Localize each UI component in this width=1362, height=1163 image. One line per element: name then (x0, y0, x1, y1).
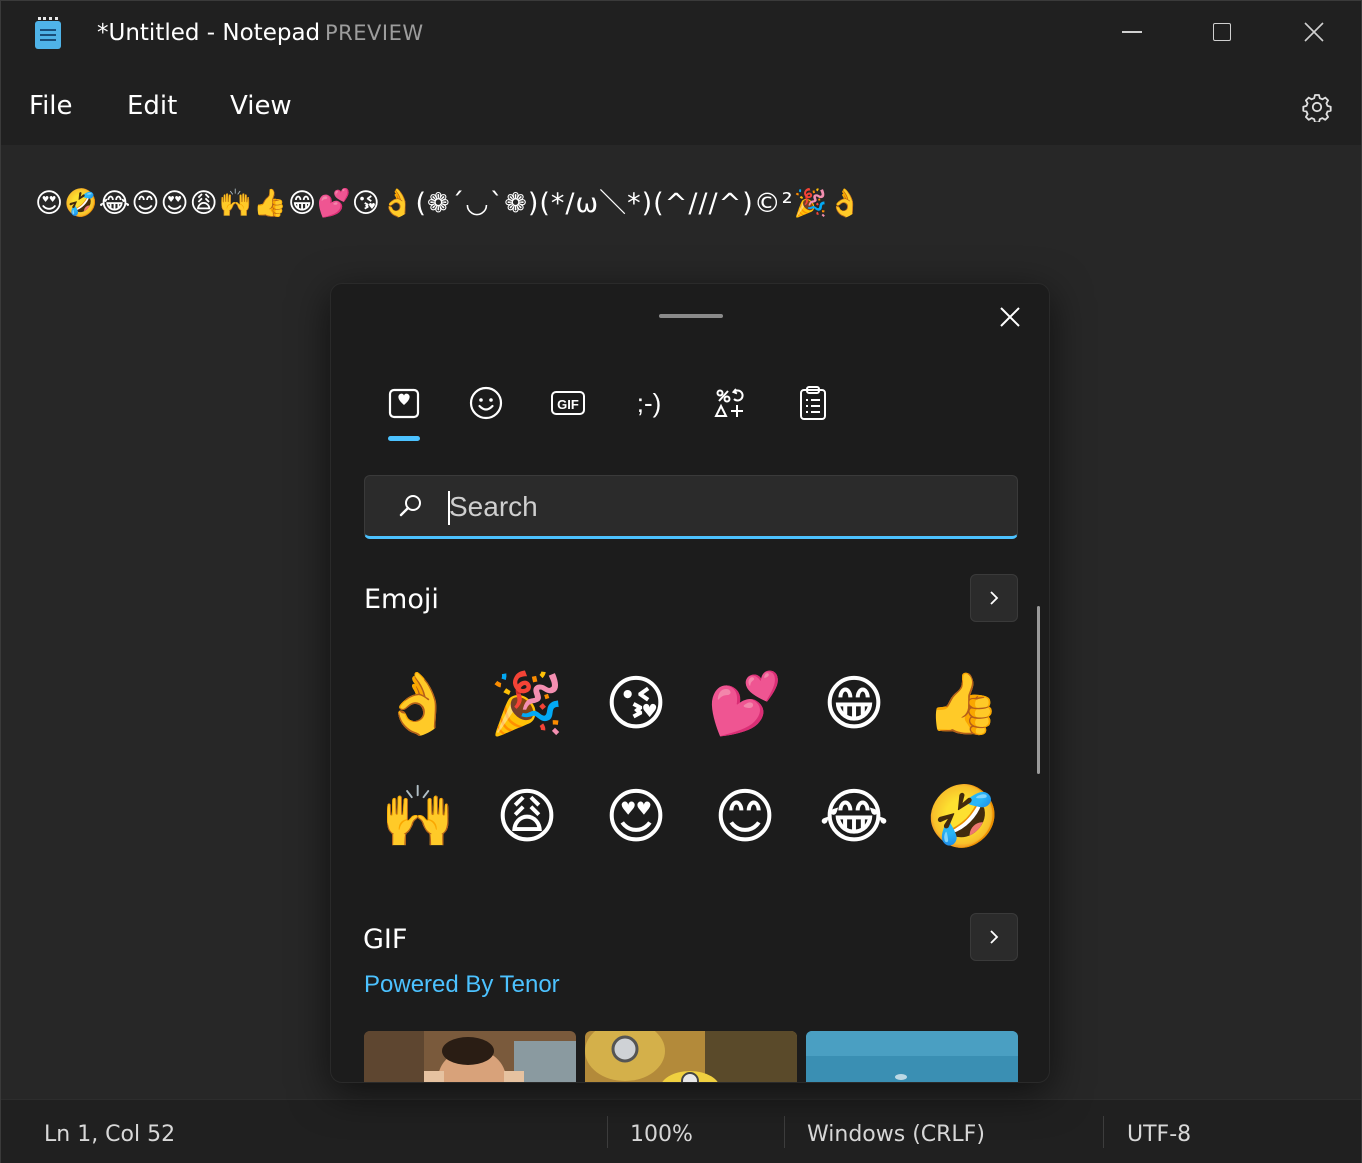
maximize-button[interactable] (1177, 1, 1267, 63)
kaomoji-tab[interactable]: ;-) (624, 378, 674, 428)
notepad-app-icon (35, 17, 61, 49)
close-window-button[interactable] (1269, 1, 1359, 63)
window-title: *Untitled - Notepad (97, 20, 321, 46)
gif-thumbnail[interactable] (806, 1031, 1018, 1082)
emoji-two-hearts[interactable]: 💕 (695, 654, 795, 754)
emoji-heart-eyes[interactable]: 😍 (586, 767, 686, 867)
close-icon (1000, 307, 1020, 327)
emoji-tears-of-joy[interactable]: 😂 (804, 767, 904, 867)
selected-tab-indicator (388, 436, 420, 441)
emoji-smiling-face[interactable]: 😊 (695, 767, 795, 867)
cursor-position: Ln 1, Col 52 (44, 1122, 176, 1147)
menu-edit[interactable]: Edit (127, 91, 177, 121)
title-bar[interactable]: *Untitled - Notepad PREVIEW (1, 1, 1361, 67)
clipboard-icon (800, 386, 826, 420)
emoji-ok-hand[interactable]: 👌 (368, 654, 468, 754)
gif-thumbnail[interactable] (585, 1031, 797, 1082)
chevron-right-icon (990, 930, 999, 944)
encoding[interactable]: UTF-8 (1127, 1122, 1191, 1147)
settings-button[interactable] (1297, 87, 1337, 127)
emoji-tab[interactable] (461, 378, 511, 428)
emoji-kissing-face[interactable]: 😘 (586, 654, 686, 754)
gif-icon: GIF (551, 391, 585, 415)
search-input[interactable] (449, 489, 989, 525)
line-ending[interactable]: Windows (CRLF) (807, 1122, 985, 1147)
emoji-panel: GIF ;-) Search Emoji 👌 🎉 😘 💕 😁 👍 🙌 😩 😍 😊… (330, 283, 1050, 1083)
chevron-right-icon (990, 591, 999, 605)
gear-icon (1302, 94, 1332, 122)
emoji-rolling-laughing[interactable]: 🤣 (913, 767, 1013, 867)
close-panel-button[interactable] (991, 298, 1029, 336)
minimize-icon (1122, 31, 1142, 33)
menu-bar: File Edit View (1, 67, 1361, 145)
powered-by-tenor-link[interactable]: Powered By Tenor (364, 971, 560, 999)
menu-file[interactable]: File (29, 91, 73, 121)
panel-scrollbar[interactable] (1037, 606, 1040, 774)
emoji-party-popper[interactable]: 🎉 (477, 654, 577, 754)
editor-content[interactable]: 😍🤣😂😊😍😩🙌👍😁💕😘👌(❁´◡`❁)(*/ω＼*)(^///^)©²🎉👌 (35, 181, 863, 220)
close-icon (1304, 22, 1324, 42)
symbols-tab[interactable] (705, 378, 755, 428)
gif-thumbnail[interactable] (364, 1031, 576, 1082)
drag-handle[interactable] (659, 314, 723, 318)
emoji-raising-hands[interactable]: 🙌 (368, 767, 468, 867)
emoji-weary-face[interactable]: 😩 (477, 767, 577, 867)
gif-see-more-button[interactable] (970, 913, 1018, 961)
zoom-level[interactable]: 100% (630, 1122, 693, 1147)
heart-clipboard-icon (388, 388, 420, 419)
smiley-icon (469, 386, 503, 420)
search-icon (399, 495, 421, 517)
status-divider (607, 1116, 608, 1148)
svg-text:GIF: GIF (557, 397, 579, 412)
kaomoji-icon: ;-) (636, 387, 662, 418)
maximize-icon (1213, 23, 1231, 41)
status-divider (784, 1116, 785, 1148)
preview-badge: PREVIEW (325, 21, 424, 45)
status-bar: Ln 1, Col 52 100% Windows (CRLF) UTF-8 (1, 1099, 1361, 1163)
symbols-icon (714, 388, 744, 417)
emoji-beaming-face[interactable]: 😁 (804, 654, 904, 754)
favorites-tab[interactable] (379, 378, 429, 428)
gif-tab[interactable]: GIF (543, 378, 593, 428)
emoji-thumbs-up[interactable]: 👍 (913, 654, 1013, 754)
menu-view[interactable]: View (230, 91, 292, 121)
emoji-section-title: Emoji (364, 584, 439, 615)
status-divider (1103, 1116, 1104, 1148)
clipboard-tab[interactable] (788, 378, 838, 428)
gif-section-title: GIF (363, 924, 408, 955)
minimize-button[interactable] (1087, 1, 1177, 63)
emoji-see-more-button[interactable] (970, 574, 1018, 622)
search-box[interactable] (364, 475, 1018, 539)
